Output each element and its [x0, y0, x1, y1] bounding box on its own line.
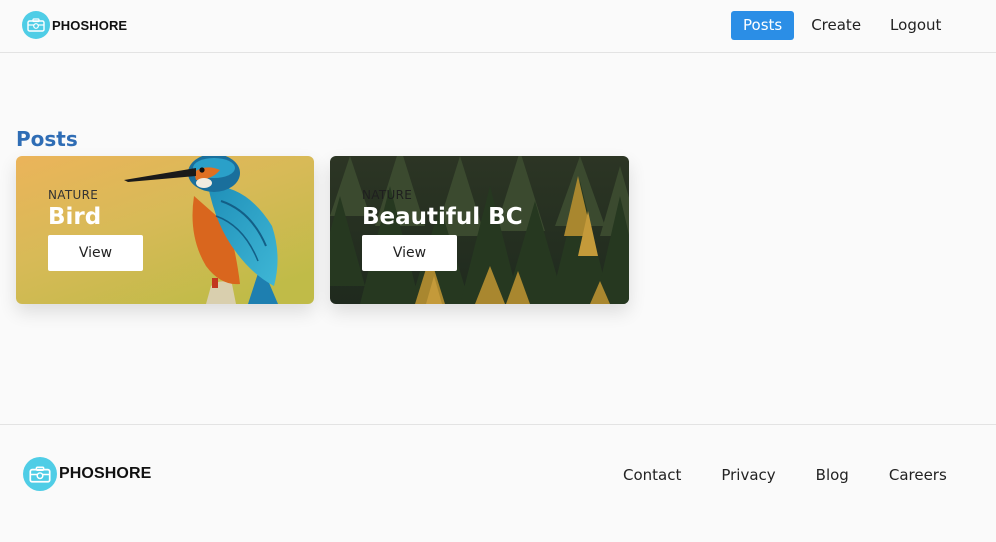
- main-nav: Posts Create Logout: [731, 11, 952, 40]
- post-card-list: NATURE Bird View NATURE Beautiful BC Vie…: [16, 156, 629, 304]
- card-category: NATURE: [48, 188, 99, 202]
- card-title: Bird: [48, 204, 102, 230]
- brand-name: PHOSHORE: [52, 17, 128, 33]
- footer-link-contact[interactable]: Contact: [623, 466, 681, 484]
- post-card[interactable]: NATURE Bird View: [16, 156, 314, 304]
- card-category: NATURE: [362, 188, 413, 202]
- brand-logo-link[interactable]: PHOSHORE: [22, 11, 127, 39]
- nav-posts-link[interactable]: Posts: [731, 11, 795, 40]
- card-content: NATURE Beautiful BC View: [362, 188, 523, 271]
- footer-link-careers[interactable]: Careers: [889, 466, 947, 484]
- card-title: Beautiful BC: [362, 204, 523, 230]
- view-post-button[interactable]: View: [48, 235, 143, 271]
- footer-link-blog[interactable]: Blog: [816, 466, 849, 484]
- camera-icon: [23, 457, 57, 491]
- nav-create-link[interactable]: Create: [800, 11, 872, 40]
- view-post-button[interactable]: View: [362, 235, 457, 271]
- card-content: NATURE Bird View: [48, 188, 143, 271]
- footer: PHOSHORE Contact Privacy Blog Careers: [0, 424, 996, 542]
- page-title: Posts: [16, 127, 78, 151]
- top-navbar: PHOSHORE Posts Create Logout: [0, 0, 996, 53]
- nav-logout-link[interactable]: Logout: [879, 11, 952, 40]
- footer-link-privacy[interactable]: Privacy: [721, 466, 775, 484]
- footer-brand-link[interactable]: PHOSHORE: [23, 457, 151, 491]
- camera-icon: [22, 11, 50, 39]
- footer-brand-name: PHOSHORE: [59, 465, 152, 482]
- footer-nav: Contact Privacy Blog Careers: [623, 466, 947, 484]
- post-card[interactable]: NATURE Beautiful BC View: [330, 156, 629, 304]
